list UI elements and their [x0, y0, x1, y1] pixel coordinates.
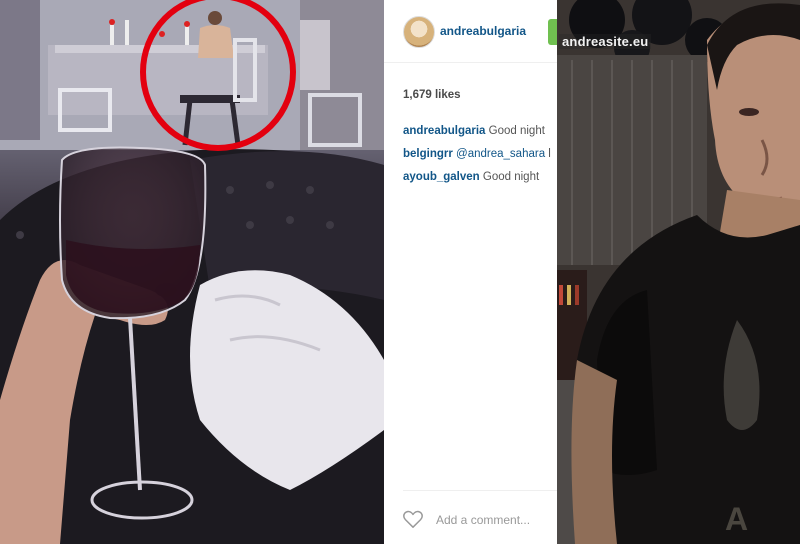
divider — [403, 490, 557, 491]
comment-item: ayoub_galven Good night — [403, 171, 539, 183]
comment-mention[interactable]: @andrea_sahara — [456, 148, 545, 160]
comment-item: andreabulgaria Good night — [403, 125, 545, 137]
avatar[interactable] — [403, 16, 435, 48]
comment-username[interactable]: ayoub_galven — [403, 171, 480, 183]
heart-outline-icon[interactable] — [402, 509, 424, 529]
comment-item: belgingrr @andrea_sahara l — [403, 148, 551, 160]
comment-text: l — [548, 148, 551, 160]
add-comment-input[interactable]: Add a comment... — [436, 513, 530, 527]
likes-count[interactable]: 1,679 likes — [403, 89, 461, 101]
comment-username[interactable]: belgingrr — [403, 148, 453, 160]
follow-button[interactable] — [548, 19, 557, 45]
comment-text: Good night — [482, 171, 540, 183]
right-photo: A andreasite.eu — [557, 0, 800, 544]
post-username[interactable]: andreabulgaria — [440, 24, 526, 38]
comment-text: Good night — [488, 125, 545, 137]
left-photo — [0, 0, 384, 544]
post-header: andreabulgaria — [384, 0, 557, 63]
svg-text:A: A — [725, 501, 748, 537]
instagram-post-panel: andreabulgaria 1,679 likes andreabulgari… — [384, 0, 557, 544]
comment-username[interactable]: andreabulgaria — [403, 125, 485, 137]
watermark-text: andreasite.eu — [559, 34, 652, 49]
